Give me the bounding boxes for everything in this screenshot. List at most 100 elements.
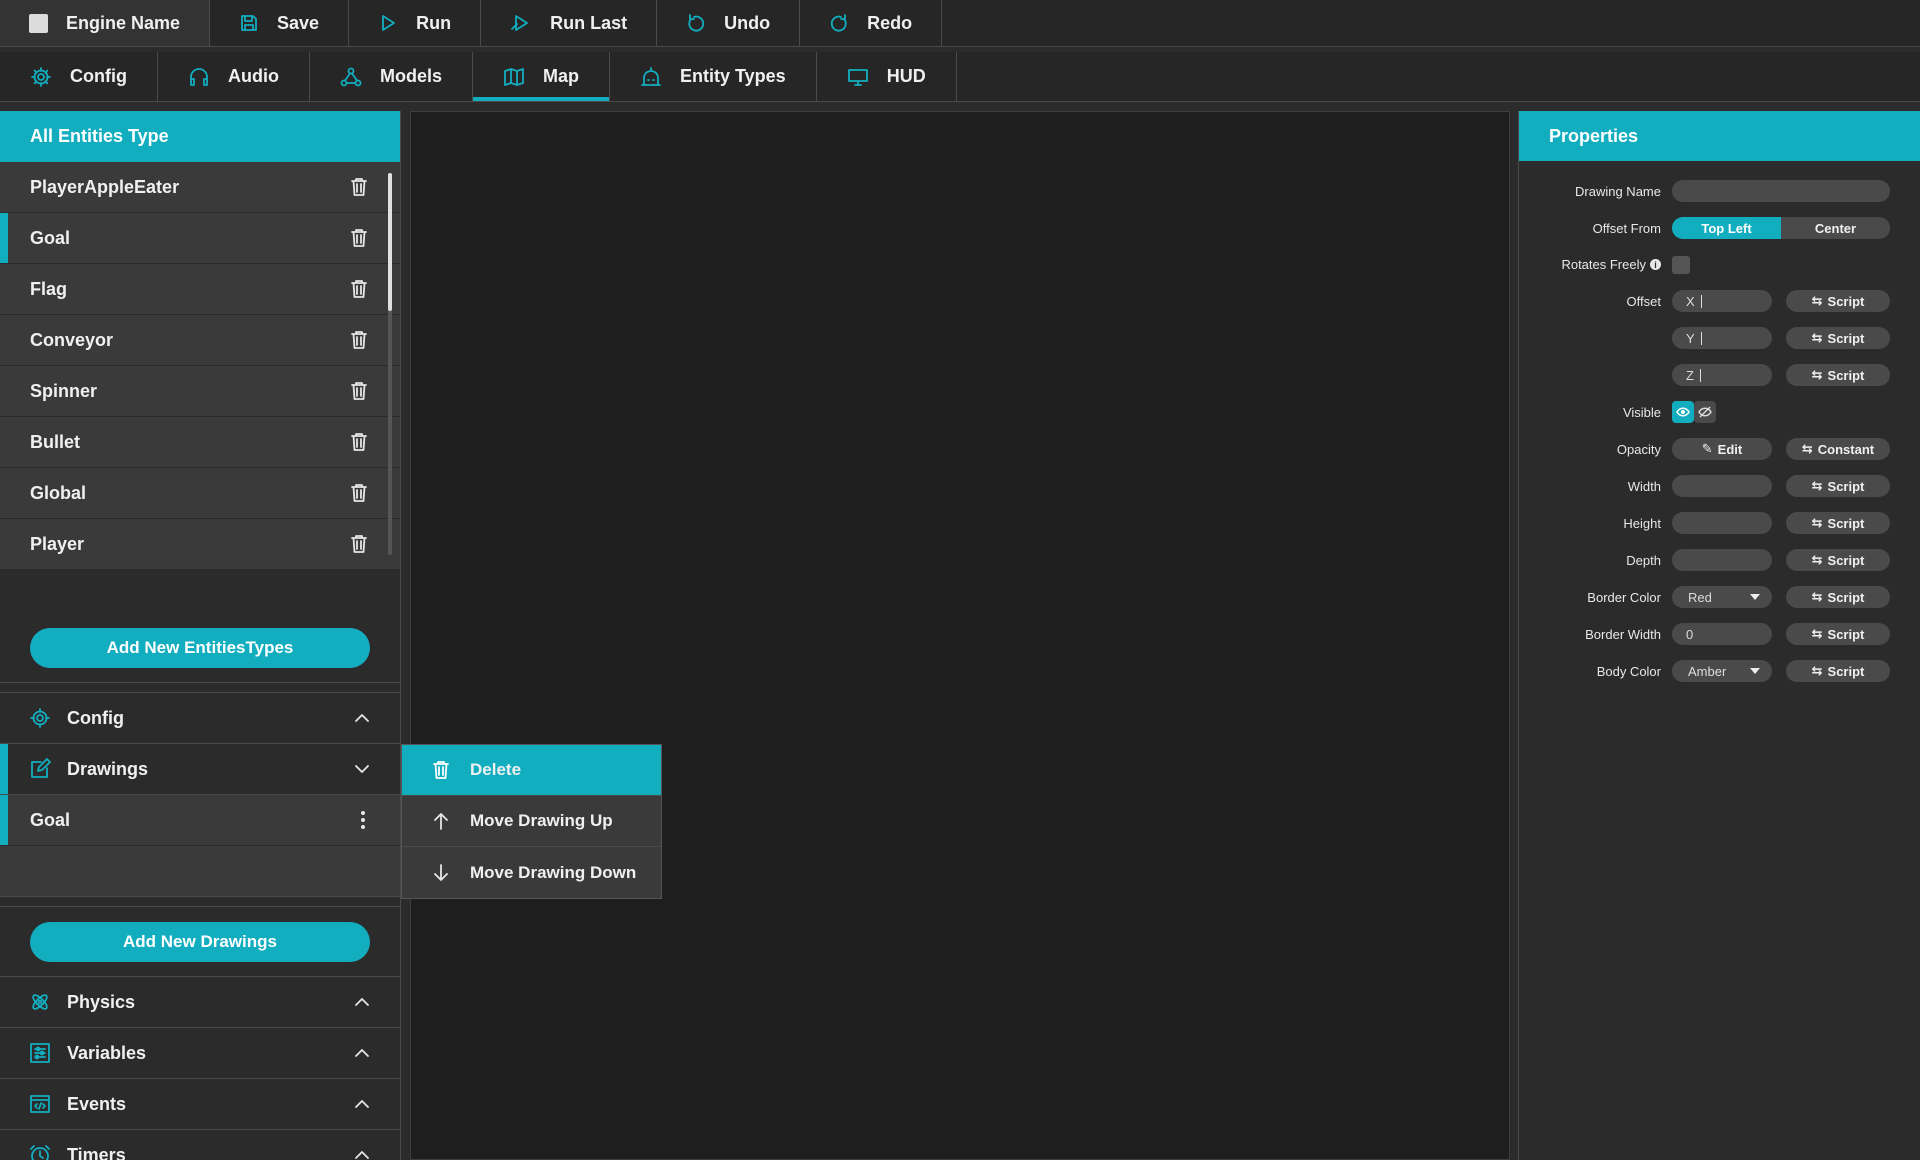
atom-icon — [32, 994, 48, 1010]
menu-item-delete[interactable]: Delete — [402, 745, 661, 796]
headphones-icon — [190, 67, 208, 86]
section-drawings[interactable]: Drawings — [0, 744, 400, 795]
body-color-select[interactable]: Amber — [1672, 660, 1772, 682]
entity-list-scroll-track[interactable] — [388, 310, 392, 555]
run-last-button[interactable]: Run Last — [481, 0, 658, 46]
height-script-button[interactable]: ⇆ Script — [1786, 512, 1890, 534]
spacer — [0, 897, 400, 907]
arrow-down-icon — [434, 863, 448, 881]
trash-icon[interactable] — [350, 177, 368, 197]
offset-y-field[interactable]: Y — [1672, 327, 1772, 349]
trash-icon[interactable] — [350, 279, 368, 299]
swap-icon: ⇆ — [1811, 552, 1823, 567]
entity-row[interactable]: Conveyor — [0, 315, 400, 366]
add-drawing-button[interactable]: Add New Drawings — [30, 921, 370, 962]
trash-icon[interactable] — [350, 483, 368, 503]
entity-name: PlayerAppleEater — [30, 176, 180, 197]
offset-x-script-button[interactable]: ⇆ Script — [1786, 290, 1890, 312]
prop-offset-x: Offset X ⇆ Script — [1519, 290, 1920, 314]
left-panel: All Entities Type PlayerAppleEater Goal … — [0, 111, 401, 1160]
swap-icon: ⇆ — [1811, 293, 1823, 308]
add-entity-type-button[interactable]: Add New EntitiesTypes — [30, 627, 370, 668]
entity-list[interactable]: PlayerAppleEater Goal Flag Conveyor Spin… — [0, 162, 400, 613]
script-label: Script — [1827, 367, 1865, 383]
trash-icon[interactable] — [350, 381, 368, 401]
drawing-name-field[interactable] — [1672, 180, 1890, 202]
constant-label: Constant — [1817, 441, 1875, 457]
trash-icon[interactable] — [350, 534, 368, 554]
trash-icon[interactable] — [350, 330, 368, 350]
offset-x-label: X — [1686, 293, 1695, 309]
visible-off-button[interactable] — [1694, 401, 1716, 423]
drawing-context-menu: Delete Move Drawing Up Move Drawing Down — [401, 744, 662, 899]
undo-button[interactable]: Undo — [657, 0, 801, 46]
info-icon[interactable]: i — [1650, 259, 1661, 270]
width-field[interactable] — [1672, 475, 1772, 497]
section-timers[interactable]: Timers — [0, 1130, 400, 1160]
visible-on-button[interactable] — [1672, 401, 1694, 423]
save-button[interactable]: Save — [210, 0, 350, 46]
chevron-up-icon — [355, 714, 369, 722]
border-color-select[interactable]: Red — [1672, 586, 1772, 608]
tab-map-label: Map — [543, 66, 579, 86]
entity-row[interactable]: Player — [0, 519, 400, 570]
tab-map[interactable]: Map — [473, 52, 610, 101]
depth-script-button[interactable]: ⇆ Script — [1786, 549, 1890, 571]
border-color-script-button[interactable]: ⇆ Script — [1786, 586, 1890, 608]
entity-row[interactable]: Spinner — [0, 366, 400, 417]
prop-offset-z: Z ⇆ Script — [1519, 364, 1920, 388]
engine-name-button[interactable]: Engine Name — [0, 0, 211, 46]
run-label: Run — [416, 12, 452, 33]
section-physics[interactable]: Physics — [0, 977, 400, 1028]
opacity-edit-button[interactable]: ✎ Edit — [1672, 438, 1772, 460]
offset-y-script-button[interactable]: ⇆ Script — [1786, 327, 1890, 349]
menu-item-move-down[interactable]: Move Drawing Down — [402, 847, 661, 898]
height-field[interactable] — [1672, 512, 1772, 534]
entity-list-scrollbar[interactable] — [388, 173, 392, 311]
border-width-script-button[interactable]: ⇆ Script — [1786, 623, 1890, 645]
entity-row[interactable]: Bullet — [0, 417, 400, 468]
swap-icon: ⇆ — [1801, 441, 1813, 456]
trash-icon[interactable] — [350, 228, 368, 248]
tab-audio[interactable]: Audio — [158, 52, 310, 101]
entity-row[interactable]: PlayerAppleEater — [0, 162, 400, 213]
entity-row[interactable]: Global — [0, 468, 400, 519]
offset-z-field[interactable]: Z — [1672, 364, 1772, 386]
menu-item-move-up[interactable]: Move Drawing Up — [402, 796, 661, 847]
tab-entity-types[interactable]: Entity Types — [610, 52, 817, 101]
offset-z-script-button[interactable]: ⇆ Script — [1786, 364, 1890, 386]
border-width-field[interactable]: 0 — [1672, 623, 1772, 645]
offset-center-option[interactable]: Center — [1781, 217, 1890, 239]
section-variables[interactable]: Variables — [0, 1028, 400, 1079]
depth-field[interactable] — [1672, 549, 1772, 571]
tab-hud[interactable]: HUD — [817, 52, 957, 101]
rotates-freely-checkbox[interactable] — [1672, 256, 1690, 274]
models-icon — [340, 67, 362, 86]
run-button[interactable]: Run — [349, 0, 482, 46]
map-canvas[interactable] — [410, 111, 1510, 1160]
edit-icon: ✎ — [1701, 441, 1713, 456]
drawing-row[interactable]: Goal — [0, 795, 400, 846]
entity-row[interactable]: Goal — [0, 213, 400, 264]
offset-x-field[interactable]: X — [1672, 290, 1772, 312]
properties-panel: Properties Drawing Name Offset From Top … — [1518, 111, 1920, 1160]
trash-icon[interactable] — [350, 432, 368, 452]
alarm-clock-icon — [30, 1145, 50, 1160]
offset-top-left-option[interactable]: Top Left — [1672, 217, 1781, 239]
opacity-constant-button[interactable]: ⇆ Constant — [1786, 438, 1890, 460]
chevron-up-icon — [355, 1151, 369, 1159]
section-events[interactable]: Events — [0, 1079, 400, 1130]
section-config[interactable]: Config — [0, 693, 400, 744]
add-drawings-area: Add New Drawings — [0, 907, 400, 977]
swap-icon: ⇆ — [1811, 330, 1823, 345]
tab-config[interactable]: Config — [0, 52, 158, 101]
prop-width: Width ⇆ Script — [1519, 475, 1920, 499]
entity-row[interactable]: Flag — [0, 264, 400, 315]
width-script-button[interactable]: ⇆ Script — [1786, 475, 1890, 497]
trash-icon — [433, 761, 449, 779]
body-color-script-button[interactable]: ⇆ Script — [1786, 660, 1890, 682]
tab-models[interactable]: Models — [310, 52, 473, 101]
redo-button[interactable]: Redo — [800, 0, 943, 46]
more-vertical-icon[interactable] — [360, 810, 366, 830]
section-events-label: Events — [67, 1093, 127, 1114]
